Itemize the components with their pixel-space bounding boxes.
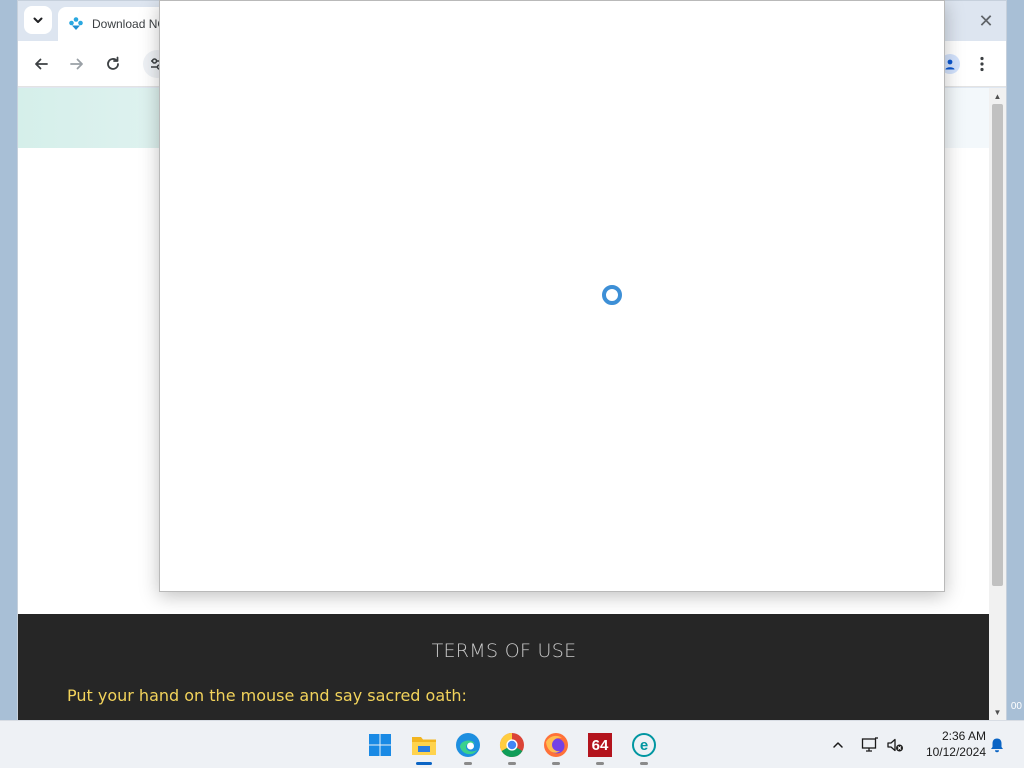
download-favicon-icon [69, 17, 83, 30]
running-indicator [464, 762, 472, 765]
reload-icon [107, 56, 119, 70]
loading-spinner-icon [602, 285, 622, 305]
aida64-label: 64 [591, 736, 609, 754]
notifications-button[interactable] [987, 735, 1007, 755]
tab-title: Download NC [92, 17, 167, 31]
bell-icon [991, 738, 1003, 753]
chevron-down-icon [33, 17, 43, 23]
arrow-right-icon [70, 58, 83, 70]
speaker-muted-icon [887, 738, 903, 752]
forward-button[interactable] [63, 50, 91, 78]
chevron-up-icon [833, 742, 843, 748]
tab-search-button[interactable] [24, 6, 52, 34]
modal-dialog [159, 0, 945, 592]
aida64-button[interactable]: 64 [584, 729, 616, 765]
show-hidden-icons-button[interactable] [828, 735, 848, 755]
arrow-left-icon [35, 58, 48, 70]
folder-icon [412, 737, 436, 755]
running-indicator [596, 762, 604, 765]
taskbar: 64 e 2:36 AM 10/12/2024 [0, 720, 1024, 768]
volume-tray-button[interactable] [885, 735, 905, 755]
page-footer: TERMS OF USE Put your hand on the mouse … [18, 614, 990, 720]
firefox-button[interactable] [540, 729, 572, 765]
chrome-icon [499, 733, 524, 758]
person-icon [945, 59, 955, 70]
terms-title: TERMS OF USE [431, 640, 577, 662]
aida64-icon: 64 [588, 733, 612, 757]
clock-date: 10/12/2024 [925, 745, 986, 759]
eset-label: e [639, 736, 649, 754]
window-close-button[interactable]: ✕ [974, 9, 998, 33]
scroll-thumb[interactable] [992, 104, 1003, 586]
scroll-down-button[interactable]: ▼ [989, 704, 1006, 720]
start-button[interactable] [364, 729, 396, 761]
back-button[interactable] [27, 50, 55, 78]
active-indicator [416, 762, 432, 765]
running-indicator [552, 762, 560, 765]
running-indicator [508, 762, 516, 765]
firefox-icon [544, 733, 568, 757]
scroll-up-button[interactable]: ▲ [989, 88, 1006, 104]
network-icon [861, 737, 878, 752]
reload-button[interactable] [99, 50, 127, 78]
browser-menu-button[interactable] [970, 50, 994, 78]
chrome-button[interactable] [496, 729, 528, 765]
edge-button[interactable] [452, 729, 484, 765]
file-explorer-button[interactable] [408, 729, 440, 765]
system-clock[interactable]: 2:36 AM 10/12/2024 [910, 728, 986, 760]
running-indicator [640, 762, 648, 765]
windows-logo-icon [369, 734, 391, 756]
eset-icon: e [632, 733, 656, 757]
eset-button[interactable]: e [628, 729, 660, 765]
edge-icon [456, 733, 480, 757]
more-vertical-icon [980, 56, 984, 72]
clock-time: 2:36 AM [941, 729, 986, 743]
network-tray-button[interactable] [860, 735, 880, 755]
page-scrollbar[interactable]: ▲ ▼ [989, 88, 1006, 720]
oath-text: Put your hand on the mouse and say sacre… [67, 686, 467, 705]
